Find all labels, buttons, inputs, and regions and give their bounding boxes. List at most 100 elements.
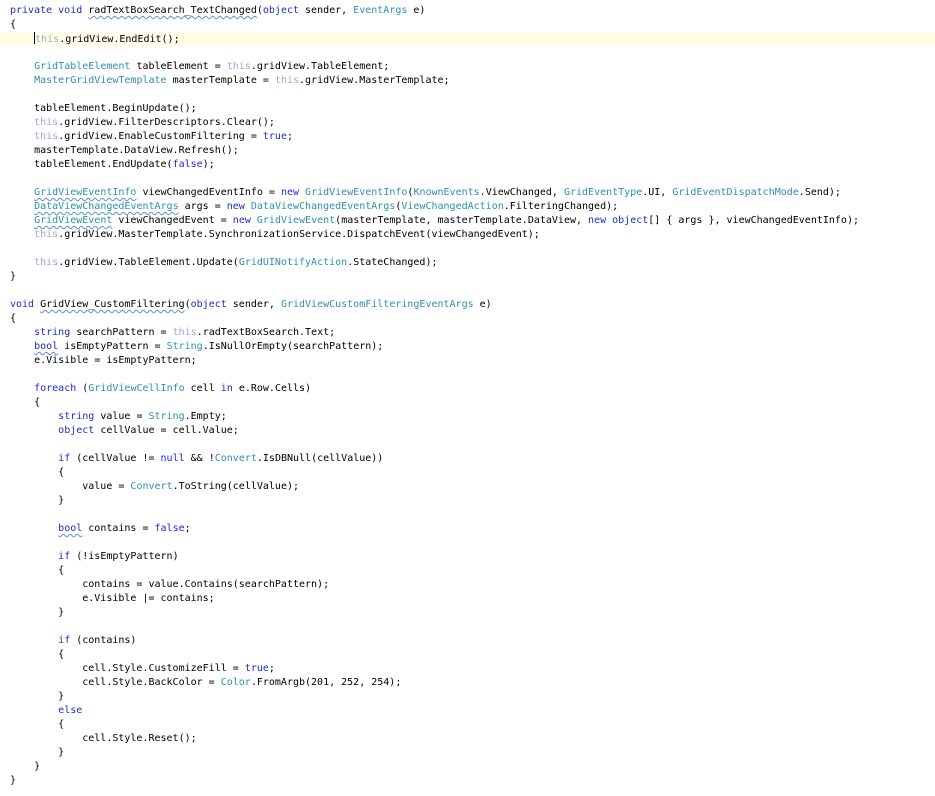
code-token: new: [226, 201, 251, 212]
code-line[interactable]: [0, 368, 935, 382]
code-token: tableElement =: [130, 61, 227, 72]
code-token: .gridView.TableElement;: [250, 61, 390, 72]
code-token: viewChangedEventInfo =: [136, 187, 281, 198]
code-line[interactable]: bool contains = false;: [0, 522, 935, 536]
code-line[interactable]: [0, 46, 935, 60]
code-token: void: [10, 299, 41, 310]
code-editor[interactable]: private void radTextBoxSearch_TextChange…: [0, 0, 935, 796]
code-token: this: [274, 75, 300, 86]
code-token: ;: [184, 523, 191, 534]
code-token: object: [612, 215, 649, 226]
code-line[interactable]: this.gridView.FilterDescriptors.Clear();: [0, 116, 935, 130]
code-line[interactable]: DataViewChangedEventArgs args = new Data…: [0, 200, 935, 214]
code-line[interactable]: }: [0, 270, 935, 284]
code-token: GridViewEventInfo: [305, 187, 408, 198]
code-line[interactable]: private void radTextBoxSearch_TextChange…: [0, 4, 935, 18]
code-token: e): [407, 5, 426, 16]
code-line[interactable]: {: [0, 466, 935, 480]
code-token: }: [10, 271, 17, 282]
code-line[interactable]: contains = value.Contains(searchPattern)…: [0, 578, 935, 592]
code-line[interactable]: [0, 438, 935, 452]
code-token: contains = value.Contains(searchPattern)…: [10, 579, 330, 590]
code-line[interactable]: [0, 536, 935, 550]
code-line[interactable]: if (!isEmptyPattern): [0, 550, 935, 564]
code-token: this: [34, 117, 59, 128]
code-line[interactable]: masterTemplate.DataView.Refresh();: [0, 144, 935, 158]
code-line[interactable]: tableElement.BeginUpdate();: [0, 102, 935, 116]
code-line[interactable]: [0, 172, 935, 186]
code-token: .ViewChanged,: [479, 187, 564, 198]
code-token: e.Visible |= contains;: [10, 593, 215, 604]
code-line[interactable]: string value = String.Empty;: [0, 410, 935, 424]
code-token: contains =: [82, 523, 155, 534]
code-line[interactable]: MasterGridViewTemplate masterTemplate = …: [0, 74, 935, 88]
code-line[interactable]: GridViewEventInfo viewChangedEventInfo =…: [0, 186, 935, 200]
code-line[interactable]: this.gridView.TableElement.Update(GridUI…: [0, 256, 935, 270]
code-line[interactable]: if (contains): [0, 634, 935, 648]
code-token: EventArgs: [353, 5, 408, 16]
code-token: new: [588, 215, 613, 226]
code-line[interactable]: {: [0, 18, 935, 32]
code-line[interactable]: cell.Style.Reset();: [0, 732, 935, 746]
code-token: .IsNullOrEmpty(searchPattern);: [202, 341, 384, 352]
code-token: null: [160, 453, 185, 464]
code-token: tableElement.EndUpdate(: [10, 159, 173, 170]
code-line[interactable]: {: [0, 718, 935, 732]
code-line[interactable]: object cellValue = cell.Value;: [0, 424, 935, 438]
code-line[interactable]: string searchPattern = this.radTextBoxSe…: [0, 326, 935, 340]
code-token: .gridView.FilterDescriptors.Clear();: [58, 117, 275, 128]
code-line[interactable]: e.Visible |= contains;: [0, 592, 935, 606]
code-line[interactable]: [0, 88, 935, 102]
code-line[interactable]: }: [0, 494, 935, 508]
code-line[interactable]: tableElement.EndUpdate(false);: [0, 158, 935, 172]
code-line[interactable]: this.gridView.MasterTemplate.Synchroniza…: [0, 228, 935, 242]
code-line[interactable]: cell.Style.BackColor = Color.FromArgb(20…: [0, 676, 935, 690]
code-token: value =: [10, 481, 131, 492]
code-line[interactable]: {: [0, 396, 935, 410]
code-line[interactable]: [0, 284, 935, 298]
code-token: cell.Style.BackColor =: [10, 677, 221, 688]
code-line[interactable]: }: [0, 690, 935, 704]
code-token: sender,: [226, 299, 281, 310]
code-line[interactable]: }: [0, 746, 935, 760]
code-line[interactable]: if (cellValue != null && !Convert.IsDBNu…: [0, 452, 935, 466]
code-line[interactable]: }: [0, 760, 935, 774]
code-line[interactable]: }: [0, 774, 935, 788]
code-token: (!isEmptyPattern): [70, 551, 179, 562]
code-token: private void: [10, 5, 89, 16]
code-line[interactable]: else: [0, 704, 935, 718]
code-line[interactable]: this.gridView.EnableCustomFiltering = tr…: [0, 130, 935, 144]
code-token: GridViewCustomFilteringEventArgs: [280, 299, 474, 310]
code-token: GridView_CustomFiltering: [40, 299, 185, 310]
code-line[interactable]: {: [0, 648, 935, 662]
code-line[interactable]: GridViewEvent viewChangedEvent = new Gri…: [0, 214, 935, 228]
code-token: object: [262, 5, 300, 16]
code-token: .FilteringChanged);: [503, 201, 619, 212]
code-token: {: [10, 19, 17, 30]
code-line[interactable]: e.Visible = isEmptyPattern;: [0, 354, 935, 368]
code-token: e.Visible = isEmptyPattern;: [10, 355, 197, 366]
code-line[interactable]: {: [0, 312, 935, 326]
code-line[interactable]: [0, 620, 935, 634]
code-line[interactable]: {: [0, 564, 935, 578]
code-line[interactable]: }: [0, 606, 935, 620]
code-token: string: [34, 327, 71, 338]
code-line[interactable]: [0, 242, 935, 256]
code-line[interactable]: GridTableElement tableElement = this.gri…: [0, 60, 935, 74]
code-line[interactable]: value = Convert.ToString(cellValue);: [0, 480, 935, 494]
code-token: cell.Style.Reset();: [10, 733, 197, 744]
code-line[interactable]: void GridView_CustomFiltering(object sen…: [0, 298, 935, 312]
code-line[interactable]: foreach (GridViewCellInfo cell in e.Row.…: [0, 382, 935, 396]
code-line[interactable]: bool isEmptyPattern = String.IsNullOrEmp…: [0, 340, 935, 354]
code-line[interactable]: cell.Style.CustomizeFill = true;: [0, 662, 935, 676]
code-line[interactable]: [0, 508, 935, 522]
code-token: .Empty;: [184, 411, 227, 422]
code-token: this: [34, 229, 59, 240]
code-line[interactable]: this.gridView.EndEdit();: [0, 32, 935, 46]
code-token: isEmptyPattern =: [58, 341, 167, 352]
